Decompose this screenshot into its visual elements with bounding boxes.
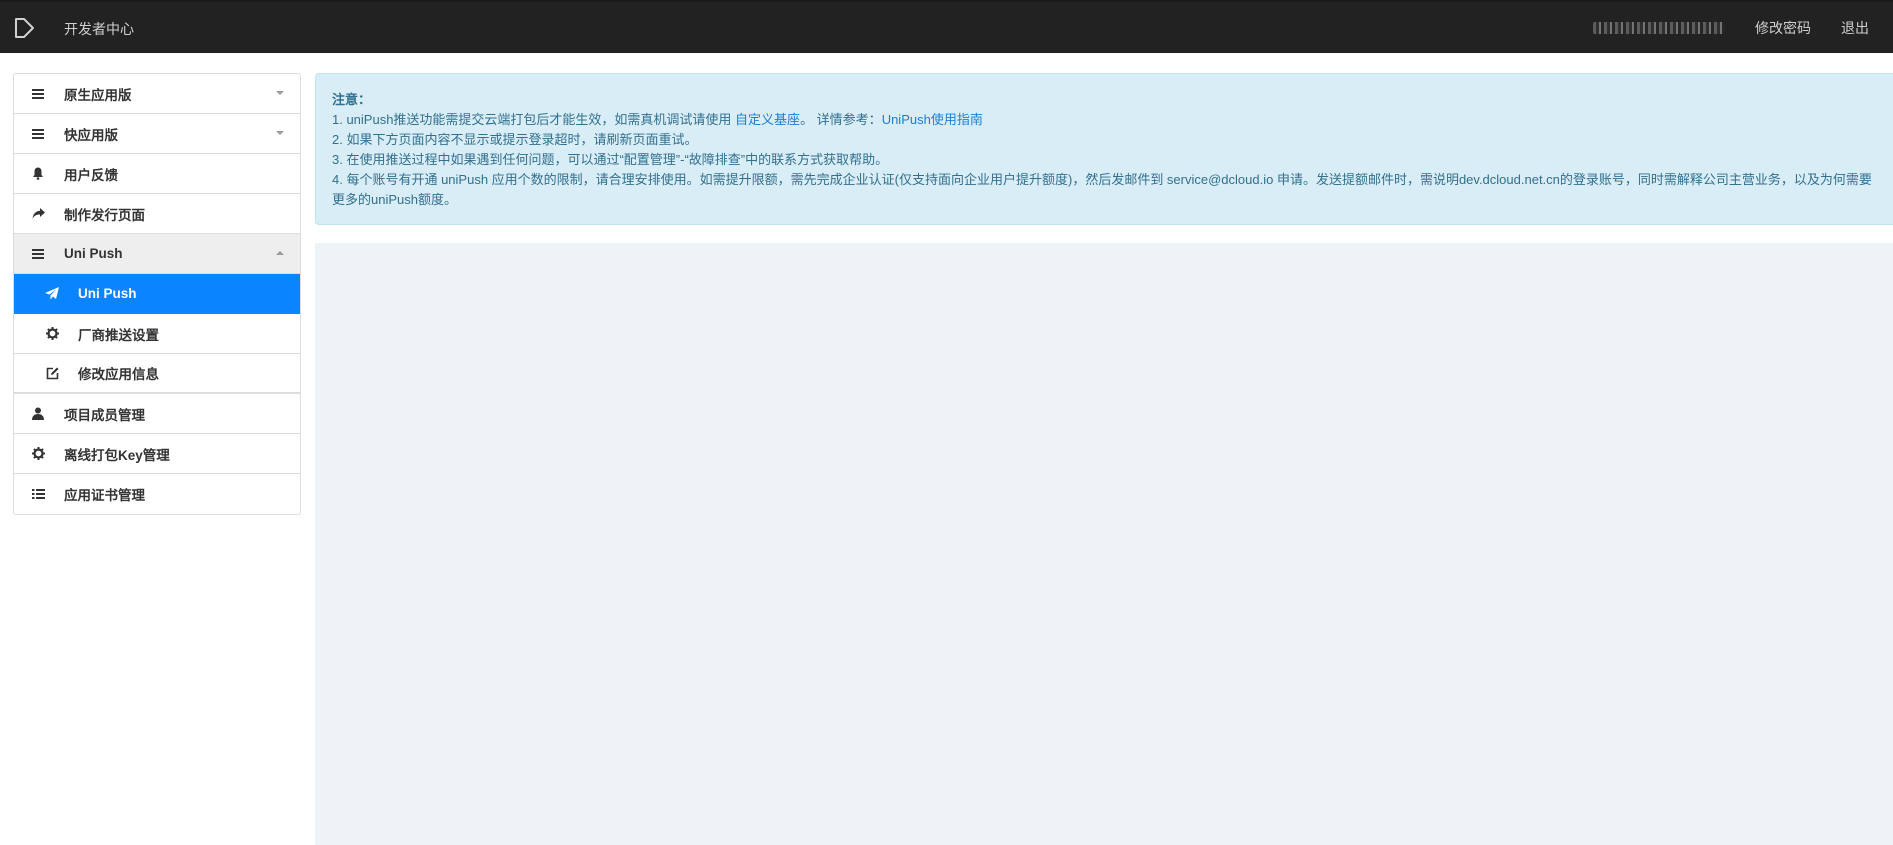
sidebar-item-uni-push[interactable]: Uni Push xyxy=(14,274,300,314)
notice-alert: 注意： 1. uniPush推送功能需提交云端打包后才能生效，如需真机调试请使用… xyxy=(315,73,1893,225)
bell-icon xyxy=(30,166,46,182)
sidebar-item-edit-app-info[interactable]: 修改应用信息 xyxy=(14,354,300,394)
notice-line-1-mid: 。 详情参考： xyxy=(800,112,882,127)
sidebar-item-label: Uni Push xyxy=(64,246,123,261)
sidebar-item-label: 快应用版 xyxy=(64,127,118,143)
sidebar-item-label: 修改应用信息 xyxy=(78,367,159,382)
list-icon xyxy=(30,246,46,262)
sidebar-item-label: 制作发行页面 xyxy=(64,207,145,223)
sidebar-item-label: 应用证书管理 xyxy=(64,488,145,503)
sidebar-item-label: 原生应用版 xyxy=(64,87,132,103)
sidebar-item-native-app[interactable]: 原生应用版 xyxy=(14,74,300,114)
logout-link[interactable]: 退出 xyxy=(1841,18,1869,38)
sidebar-item-release-page[interactable]: 制作发行页面 xyxy=(14,194,300,234)
username-redacted[interactable] xyxy=(1593,21,1725,34)
gear-icon xyxy=(30,446,46,462)
sidebar-item-label: 用户反馈 xyxy=(64,167,118,183)
sidebar-item-uni-push-group[interactable]: Uni Push xyxy=(14,234,300,274)
list-bullets-icon xyxy=(30,486,46,502)
change-password-link[interactable]: 修改密码 xyxy=(1755,18,1811,38)
notice-line-2: 2. 如果下方页面内容不显示或提示登录超时，请刷新页面重试。 xyxy=(332,132,698,147)
user-icon xyxy=(30,406,46,422)
notice-title: 注意： xyxy=(332,92,372,107)
sidebar-item-label: 项目成员管理 xyxy=(64,407,145,423)
sidebar-item-label: Uni Push xyxy=(78,286,137,301)
sidebar-item-quick-app[interactable]: 快应用版 xyxy=(14,114,300,154)
sidebar-item-offline-key[interactable]: 离线打包Key管理 xyxy=(14,434,300,474)
sidebar-item-feedback[interactable]: 用户反馈 xyxy=(14,154,300,194)
chevron-down-icon xyxy=(276,131,284,135)
top-right-nav: 修改密码 退出 xyxy=(1593,2,1893,53)
sidebar-item-label: 厂商推送设置 xyxy=(78,327,159,343)
list-icon xyxy=(30,86,46,102)
chevron-up-icon xyxy=(276,251,284,255)
brand-title[interactable]: 开发者中心 xyxy=(64,19,134,39)
sidebar-menu: 原生应用版 快应用版 用户反馈 制作发行页面 Uni Push Uni Push xyxy=(13,73,301,515)
notice-line-1: 1. uniPush推送功能需提交云端打包后才能生效，如需真机调试请使用 自定义… xyxy=(332,110,1893,130)
gear-icon xyxy=(44,326,60,342)
embedded-content-area xyxy=(315,243,1893,845)
sidebar-item-label: 离线打包Key管理 xyxy=(64,447,170,463)
sidebar-item-vendor-push-settings[interactable]: 厂商推送设置 xyxy=(14,314,300,354)
logo-icon[interactable] xyxy=(12,16,36,40)
sidebar-item-members[interactable]: 项目成员管理 xyxy=(14,394,300,434)
top-navbar: 开发者中心 修改密码 退出 xyxy=(0,0,1893,53)
sidebar-item-certificates[interactable]: 应用证书管理 xyxy=(14,474,300,514)
custom-base-link[interactable]: 自定义基座 xyxy=(735,112,800,127)
list-icon xyxy=(30,126,46,142)
edit-icon xyxy=(44,365,60,381)
notice-line-3: 3. 在使用推送过程中如果遇到任何问题，可以通过“配置管理”-“故障排查”中的联… xyxy=(332,152,889,167)
notice-line-4: 4. 每个账号有开通 uniPush 应用个数的限制，请合理安排使用。如需提升限… xyxy=(332,172,1872,207)
notice-line-1-text: 1. uniPush推送功能需提交云端打包后才能生效，如需真机调试请使用 xyxy=(332,112,736,127)
share-icon xyxy=(30,206,46,222)
send-icon xyxy=(44,286,60,302)
chevron-down-icon xyxy=(276,91,284,95)
unipush-guide-link[interactable]: UniPush使用指南 xyxy=(882,112,983,127)
